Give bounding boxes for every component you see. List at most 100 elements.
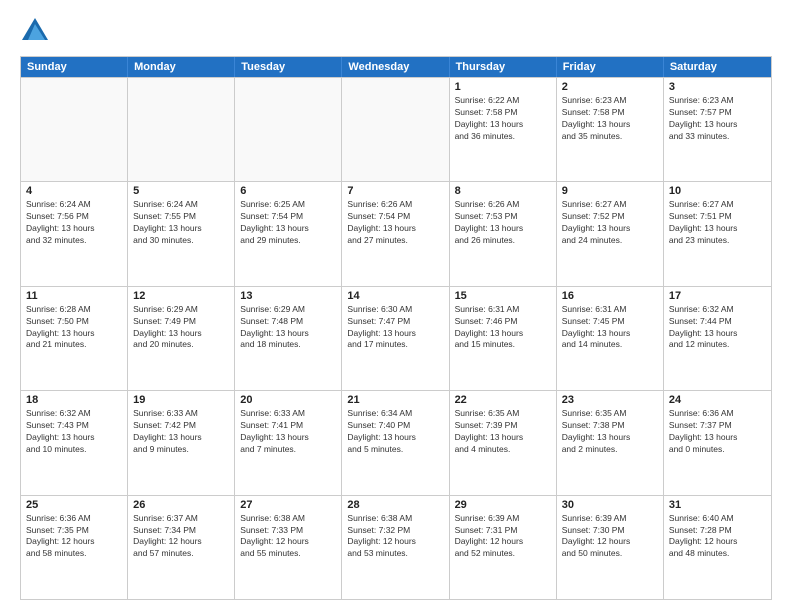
cal-cell-21: 21 Sunrise: 6:34 AM Sunset: 7:40 PM Dayli… (342, 391, 449, 494)
day-number: 25 (26, 499, 122, 511)
cal-cell-3: 3 Sunrise: 6:23 AM Sunset: 7:57 PM Daylig… (664, 78, 771, 181)
logo-icon (20, 16, 50, 46)
cell-info: Sunrise: 6:35 AM Sunset: 7:39 PM Dayligh… (455, 408, 551, 456)
header-day-thursday: Thursday (450, 57, 557, 77)
cell-info: Sunrise: 6:23 AM Sunset: 7:57 PM Dayligh… (669, 95, 766, 143)
cal-cell-19: 19 Sunrise: 6:33 AM Sunset: 7:42 PM Dayli… (128, 391, 235, 494)
day-number: 16 (562, 290, 658, 302)
cell-info: Sunrise: 6:30 AM Sunset: 7:47 PM Dayligh… (347, 304, 443, 352)
week-row-2: 4 Sunrise: 6:24 AM Sunset: 7:56 PM Daylig… (21, 181, 771, 285)
cell-info: Sunrise: 6:34 AM Sunset: 7:40 PM Dayligh… (347, 408, 443, 456)
day-number: 22 (455, 394, 551, 406)
day-number: 4 (26, 185, 122, 197)
day-number: 11 (26, 290, 122, 302)
cal-cell-30: 30Sunrise: 6:39 AM Sunset: 7:30 PM Dayli… (557, 496, 664, 599)
day-number: 23 (562, 394, 658, 406)
calendar: SundayMondayTuesdayWednesdayThursdayFrid… (20, 56, 772, 600)
header-day-sunday: Sunday (21, 57, 128, 77)
header-day-saturday: Saturday (664, 57, 771, 77)
cal-cell-1: 1 Sunrise: 6:22 AM Sunset: 7:58 PM Daylig… (450, 78, 557, 181)
cal-cell-17: 17 Sunrise: 6:32 AM Sunset: 7:44 PM Dayli… (664, 287, 771, 390)
cell-info: Sunrise: 6:29 AM Sunset: 7:48 PM Dayligh… (240, 304, 336, 352)
cal-cell-24: 24 Sunrise: 6:36 AM Sunset: 7:37 PM Dayli… (664, 391, 771, 494)
cell-info: Sunrise: 6:32 AM Sunset: 7:44 PM Dayligh… (669, 304, 766, 352)
header-day-tuesday: Tuesday (235, 57, 342, 77)
day-number: 15 (455, 290, 551, 302)
cell-info: Sunrise: 6:39 AM Sunset: 7:31 PM Dayligh… (455, 513, 551, 561)
cal-cell-15: 15 Sunrise: 6:31 AM Sunset: 7:46 PM Dayli… (450, 287, 557, 390)
cal-cell-2: 2Sunrise: 6:23 AM Sunset: 7:58 PM Daylig… (557, 78, 664, 181)
cell-info: Sunrise: 6:24 AM Sunset: 7:55 PM Dayligh… (133, 199, 229, 247)
day-number: 27 (240, 499, 336, 511)
cal-cell-22: 22 Sunrise: 6:35 AM Sunset: 7:39 PM Dayli… (450, 391, 557, 494)
day-number: 20 (240, 394, 336, 406)
day-number: 3 (669, 81, 766, 93)
day-number: 12 (133, 290, 229, 302)
cell-info: Sunrise: 6:40 AM Sunset: 7:28 PM Dayligh… (669, 513, 766, 561)
day-number: 7 (347, 185, 443, 197)
day-number: 10 (669, 185, 766, 197)
day-number: 5 (133, 185, 229, 197)
day-number: 18 (26, 394, 122, 406)
cell-info: Sunrise: 6:25 AM Sunset: 7:54 PM Dayligh… (240, 199, 336, 247)
cell-info: Sunrise: 6:33 AM Sunset: 7:42 PM Dayligh… (133, 408, 229, 456)
cal-cell-7: 7 Sunrise: 6:26 AM Sunset: 7:54 PM Daylig… (342, 182, 449, 285)
calendar-body: 1 Sunrise: 6:22 AM Sunset: 7:58 PM Daylig… (21, 77, 771, 599)
cal-cell-11: 11 Sunrise: 6:28 AM Sunset: 7:50 PM Dayli… (21, 287, 128, 390)
cell-info: Sunrise: 6:26 AM Sunset: 7:53 PM Dayligh… (455, 199, 551, 247)
cal-cell-9: 9 Sunrise: 6:27 AM Sunset: 7:52 PM Daylig… (557, 182, 664, 285)
day-number: 26 (133, 499, 229, 511)
cal-cell-empty-0-3 (342, 78, 449, 181)
day-number: 8 (455, 185, 551, 197)
day-number: 17 (669, 290, 766, 302)
cal-cell-14: 14 Sunrise: 6:30 AM Sunset: 7:47 PM Dayli… (342, 287, 449, 390)
cell-info: Sunrise: 6:38 AM Sunset: 7:33 PM Dayligh… (240, 513, 336, 561)
cell-info: Sunrise: 6:32 AM Sunset: 7:43 PM Dayligh… (26, 408, 122, 456)
cell-info: Sunrise: 6:27 AM Sunset: 7:51 PM Dayligh… (669, 199, 766, 247)
cal-cell-13: 13Sunrise: 6:29 AM Sunset: 7:48 PM Dayli… (235, 287, 342, 390)
cell-info: Sunrise: 6:31 AM Sunset: 7:46 PM Dayligh… (455, 304, 551, 352)
cal-cell-29: 29Sunrise: 6:39 AM Sunset: 7:31 PM Dayli… (450, 496, 557, 599)
cell-info: Sunrise: 6:35 AM Sunset: 7:38 PM Dayligh… (562, 408, 658, 456)
day-number: 19 (133, 394, 229, 406)
cal-cell-20: 20Sunrise: 6:33 AM Sunset: 7:41 PM Dayli… (235, 391, 342, 494)
cell-info: Sunrise: 6:39 AM Sunset: 7:30 PM Dayligh… (562, 513, 658, 561)
cal-cell-18: 18 Sunrise: 6:32 AM Sunset: 7:43 PM Dayli… (21, 391, 128, 494)
day-number: 24 (669, 394, 766, 406)
cell-info: Sunrise: 6:23 AM Sunset: 7:58 PM Dayligh… (562, 95, 658, 143)
cal-cell-31: 31 Sunrise: 6:40 AM Sunset: 7:28 PM Dayli… (664, 496, 771, 599)
week-row-5: 25 Sunrise: 6:36 AM Sunset: 7:35 PM Dayli… (21, 495, 771, 599)
week-row-4: 18 Sunrise: 6:32 AM Sunset: 7:43 PM Dayli… (21, 390, 771, 494)
header (20, 16, 772, 46)
cell-info: Sunrise: 6:28 AM Sunset: 7:50 PM Dayligh… (26, 304, 122, 352)
cell-info: Sunrise: 6:27 AM Sunset: 7:52 PM Dayligh… (562, 199, 658, 247)
day-number: 9 (562, 185, 658, 197)
cell-info: Sunrise: 6:24 AM Sunset: 7:56 PM Dayligh… (26, 199, 122, 247)
cal-cell-empty-0-0 (21, 78, 128, 181)
day-number: 21 (347, 394, 443, 406)
cal-cell-16: 16Sunrise: 6:31 AM Sunset: 7:45 PM Dayli… (557, 287, 664, 390)
logo (20, 16, 54, 46)
cell-info: Sunrise: 6:26 AM Sunset: 7:54 PM Dayligh… (347, 199, 443, 247)
cal-cell-5: 5 Sunrise: 6:24 AM Sunset: 7:55 PM Daylig… (128, 182, 235, 285)
cal-cell-4: 4 Sunrise: 6:24 AM Sunset: 7:56 PM Daylig… (21, 182, 128, 285)
cell-info: Sunrise: 6:22 AM Sunset: 7:58 PM Dayligh… (455, 95, 551, 143)
day-number: 28 (347, 499, 443, 511)
cal-cell-8: 8 Sunrise: 6:26 AM Sunset: 7:53 PM Daylig… (450, 182, 557, 285)
cell-info: Sunrise: 6:36 AM Sunset: 7:35 PM Dayligh… (26, 513, 122, 561)
week-row-3: 11 Sunrise: 6:28 AM Sunset: 7:50 PM Dayli… (21, 286, 771, 390)
cal-cell-10: 10 Sunrise: 6:27 AM Sunset: 7:51 PM Dayli… (664, 182, 771, 285)
cal-cell-empty-0-2 (235, 78, 342, 181)
day-number: 31 (669, 499, 766, 511)
cell-info: Sunrise: 6:37 AM Sunset: 7:34 PM Dayligh… (133, 513, 229, 561)
cell-info: Sunrise: 6:29 AM Sunset: 7:49 PM Dayligh… (133, 304, 229, 352)
cal-cell-25: 25 Sunrise: 6:36 AM Sunset: 7:35 PM Dayli… (21, 496, 128, 599)
cell-info: Sunrise: 6:36 AM Sunset: 7:37 PM Dayligh… (669, 408, 766, 456)
cal-cell-28: 28 Sunrise: 6:38 AM Sunset: 7:32 PM Dayli… (342, 496, 449, 599)
day-number: 6 (240, 185, 336, 197)
calendar-header: SundayMondayTuesdayWednesdayThursdayFrid… (21, 57, 771, 77)
day-number: 1 (455, 81, 551, 93)
cell-info: Sunrise: 6:38 AM Sunset: 7:32 PM Dayligh… (347, 513, 443, 561)
header-day-wednesday: Wednesday (342, 57, 449, 77)
day-number: 14 (347, 290, 443, 302)
